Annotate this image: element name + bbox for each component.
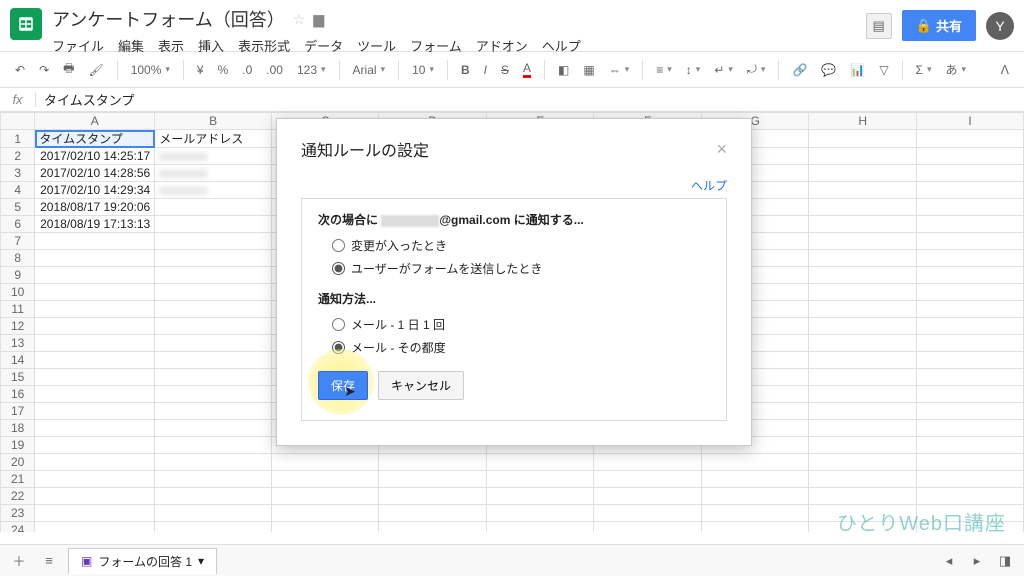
notify-how-heading: 通知方法... xyxy=(318,290,710,307)
cursor-icon: ➤ xyxy=(344,383,356,400)
rule-settings-box: 次の場合に @gmail.com に通知する... 変更が入ったとき ユーザーが… xyxy=(301,198,727,421)
modal-backdrop: 通知ルールの設定 × ヘルプ 次の場合に @gmail.com に通知する...… xyxy=(0,0,1024,576)
help-link[interactable]: ヘルプ xyxy=(301,177,727,194)
opt-daily-digest[interactable]: メール - 1 日 1 回 xyxy=(318,313,710,336)
close-icon[interactable]: × xyxy=(716,139,727,160)
opt-form-submit[interactable]: ユーザーがフォームを送信したとき xyxy=(318,257,710,280)
radio-any-changes[interactable] xyxy=(332,239,345,252)
notification-rules-dialog: 通知ルールの設定 × ヘルプ 次の場合に @gmail.com に通知する...… xyxy=(276,118,752,446)
radio-form-submit[interactable] xyxy=(332,262,345,275)
save-button[interactable]: 保存 xyxy=(318,371,368,400)
dialog-title: 通知ルールの設定 xyxy=(301,137,429,161)
redacted-email xyxy=(381,215,439,227)
opt-immediate[interactable]: メール - その都度 xyxy=(318,336,710,359)
opt-any-changes[interactable]: 変更が入ったとき xyxy=(318,234,710,257)
notify-when-heading: 次の場合に @gmail.com に通知する... xyxy=(318,211,710,228)
radio-daily[interactable] xyxy=(332,318,345,331)
cancel-button[interactable]: キャンセル xyxy=(378,371,464,400)
